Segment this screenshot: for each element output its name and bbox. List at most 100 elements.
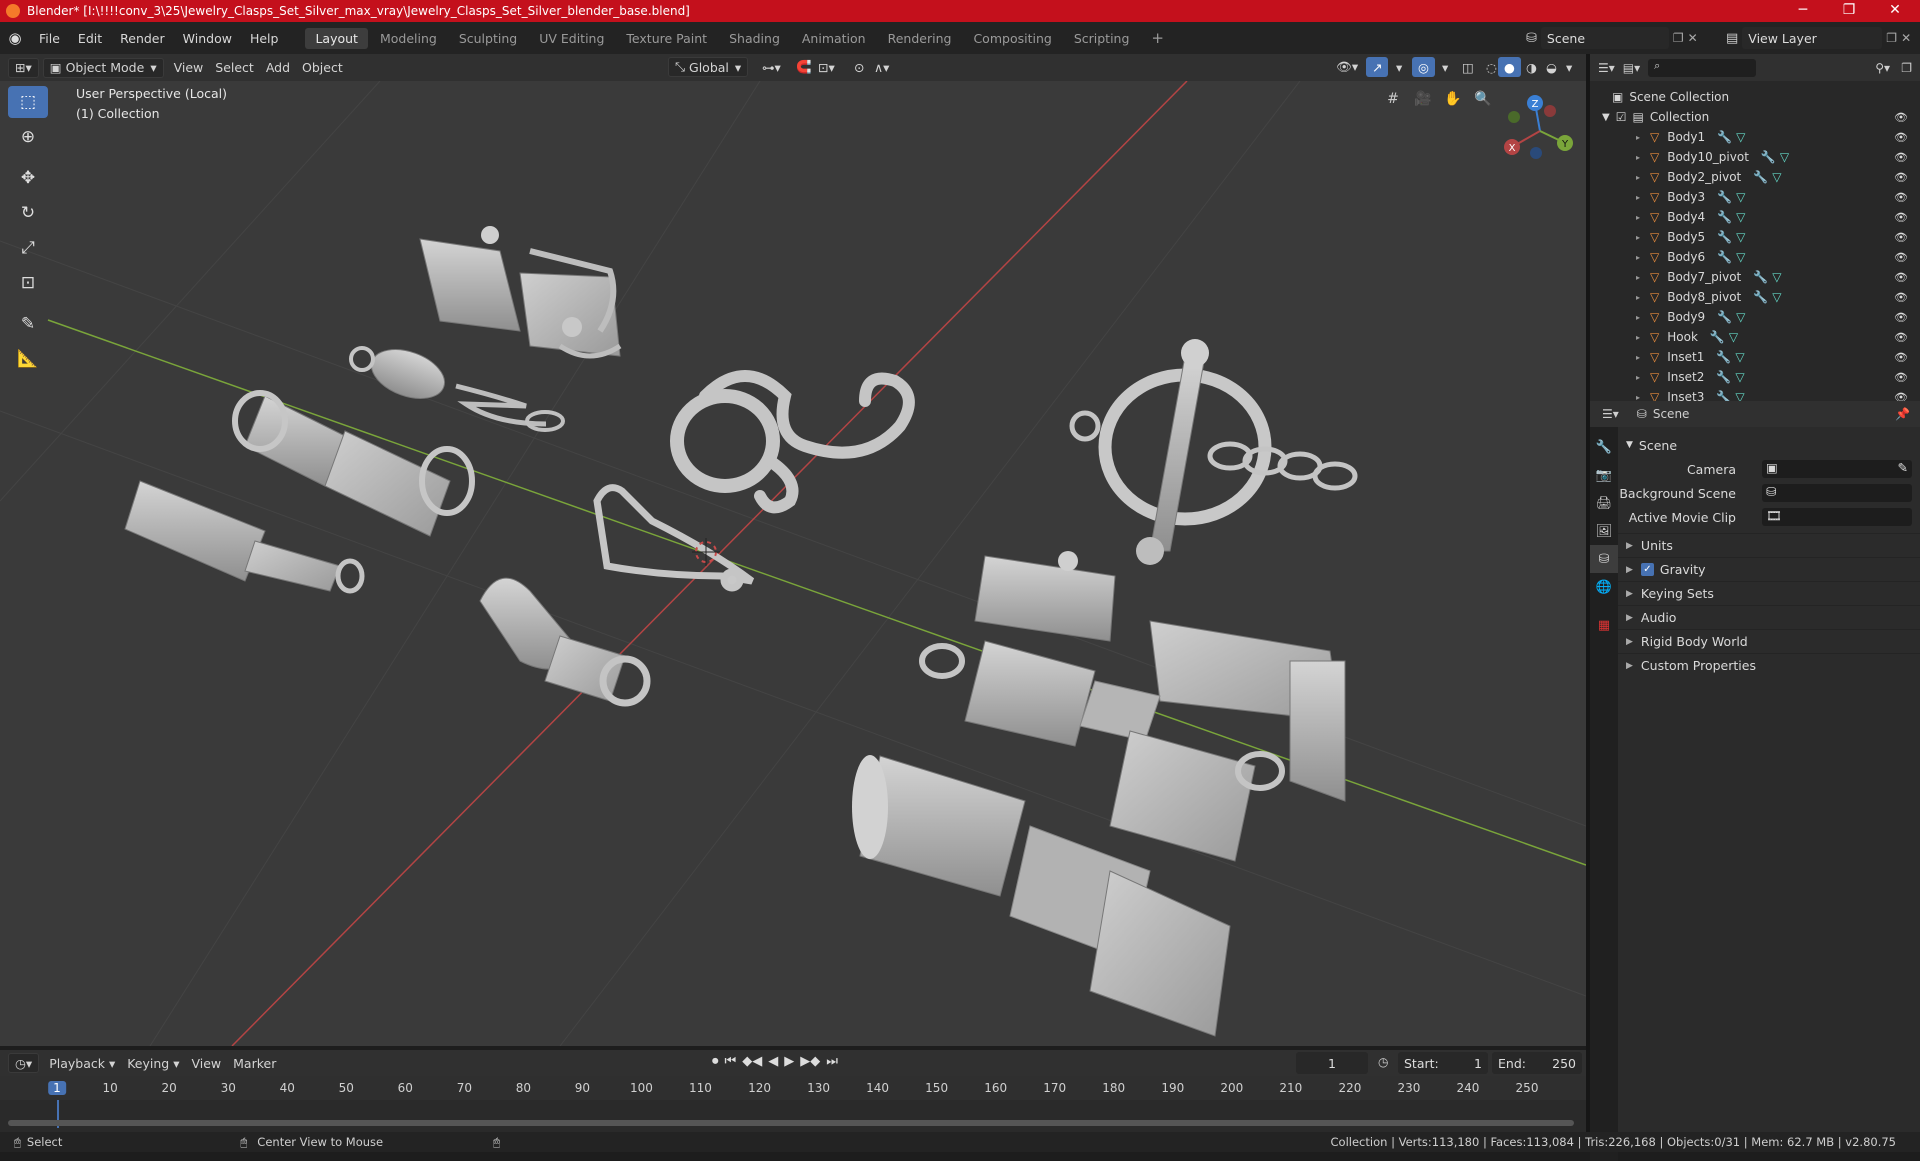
background-scene-field[interactable]: ⛁ [1762,484,1912,502]
mesh-data-icon[interactable]: ▽ [1772,290,1781,304]
3d-viewport[interactable]: Z X Y [0,81,1586,1046]
view-layer-tab-icon[interactable]: 🖼 [1590,517,1618,545]
s-hook-object[interactable] [670,370,915,514]
rod-clasp-object[interactable] [124,480,365,594]
eye-icon[interactable]: 👁 [1894,331,1908,344]
properties-editor-type-icon[interactable]: ☰▾ [1602,407,1619,421]
view-layer-icon[interactable]: ▤ [1726,31,1738,46]
mesh-data-icon[interactable]: ▽ [1736,310,1745,324]
eye-icon[interactable]: 👁 [1894,191,1908,204]
overlays-options-icon[interactable]: ▾ [1436,57,1454,77]
eye-icon[interactable]: 👁 [1894,291,1908,304]
eye-icon[interactable]: 👁 [1894,211,1908,224]
outliner-item[interactable]: ▸ ▽ Body9 🔧 ▽ 👁 [1590,307,1920,327]
modifier-icon[interactable]: 🔧 [1717,310,1732,324]
outliner-search-input[interactable]: ⌕ [1648,58,1757,77]
expand-arrow-icon[interactable]: ▸ [1636,153,1640,162]
menu-file[interactable]: File [30,31,69,46]
eye-icon[interactable]: 👁 [1894,231,1908,244]
end-frame-field[interactable]: End: 250 [1492,1052,1582,1074]
minimize-button[interactable]: ─ [1780,0,1826,22]
playback-menu[interactable]: Playback ▾ [43,1053,121,1073]
mesh-data-icon[interactable]: ▽ [1736,230,1745,244]
timeline-area[interactable]: 1 10 20 30 40 50 60 70 80 90 100 110 120 130 140 150 160… [0,1076,1586,1132]
maximize-button[interactable]: ❐ [1826,0,1872,22]
mesh-data-icon[interactable]: ▽ [1780,150,1789,164]
xray-toggle-icon[interactable]: ◫ [1456,57,1480,77]
gravity-checkbox[interactable]: ✓ [1640,563,1654,576]
tab-layout[interactable]: Layout [305,27,368,49]
jump-end-icon[interactable]: ⏭ [826,1054,838,1069]
outliner-item[interactable]: ▸ ▽ Body3 🔧 ▽ 👁 [1590,187,1920,207]
modifier-icon[interactable]: 🔧 [1753,270,1768,284]
mesh-data-icon[interactable]: ▽ [1735,370,1744,384]
expand-arrow-icon[interactable]: ▸ [1636,253,1640,262]
properties-section[interactable]: ▶ Units [1618,533,1920,557]
delete-view-layer-icon[interactable]: ✕ [1901,31,1911,45]
expand-arrow-icon[interactable]: ▸ [1636,193,1640,202]
menu-window[interactable]: Window [174,31,241,46]
prev-keyframe-icon[interactable]: ◆◀ [742,1054,762,1069]
mesh-data-icon[interactable]: ▽ [1736,250,1745,264]
eye-icon[interactable]: 👁 [1894,271,1908,284]
mesh-data-icon[interactable]: ▽ [1729,330,1738,344]
timeline-view-menu[interactable]: View [185,1053,227,1073]
tab-shading[interactable]: Shading [719,28,790,49]
shading-options-icon[interactable]: ▾ [1560,57,1578,77]
measure-tool-icon[interactable]: 📐 [8,343,48,375]
tab-animation[interactable]: Animation [792,28,876,49]
cursor-tool-icon[interactable]: ⊕ [8,121,48,153]
lobster-hook-object[interactable] [593,484,755,592]
eye-icon[interactable]: 👁 [1894,371,1908,384]
modifier-icon[interactable]: 🔧 [1717,210,1732,224]
snap-target-icon[interactable]: ⊡▾ [812,57,841,77]
transform-tool-icon[interactable]: ⊡ [8,267,48,299]
expand-arrow-icon[interactable]: ▸ [1636,373,1640,382]
modifier-icon[interactable]: 🔧 [1717,230,1732,244]
scene-panel-header[interactable]: ▼ Scene [1618,433,1920,457]
eye-icon[interactable]: 👁 [1894,131,1908,144]
marker-menu[interactable]: Marker [227,1053,282,1073]
tab-texture-paint[interactable]: Texture Paint [616,28,717,49]
preview-range-icon[interactable]: ◷ [1378,1055,1388,1069]
pin-icon[interactable]: 📌 [1895,407,1910,421]
keying-menu[interactable]: Keying ▾ [121,1053,185,1073]
modifier-icon[interactable]: 🔧 [1717,130,1732,144]
outliner-item[interactable]: ▸ ▽ Hook 🔧 ▽ 👁 [1590,327,1920,347]
expand-arrow-icon[interactable]: ▸ [1636,273,1640,282]
zoom-view-icon[interactable]: 🔍 [1470,86,1496,112]
outliner-item[interactable]: ▸ ▽ Body1 🔧 ▽ 👁 [1590,127,1920,147]
new-view-layer-icon[interactable]: ❐ [1886,31,1897,45]
select-box-tool-icon[interactable]: ⬚ [8,86,48,118]
new-scene-icon[interactable]: ❐ [1673,31,1684,45]
mode-selector[interactable]: ▣ Object Mode ▾ [42,57,164,78]
toggle-clasp-object[interactable] [1069,339,1358,565]
outliner-item[interactable]: ▸ ▽ Body8_pivot 🔧 ▽ 👁 [1590,287,1920,307]
annotate-tool-icon[interactable]: ✎ [8,308,48,340]
tab-uv-editing[interactable]: UV Editing [529,28,614,49]
gizmo-toggle-icon[interactable]: ↗ [1366,57,1389,77]
outliner-item[interactable]: ▸ ▽ Body10_pivot 🔧 ▽ 👁 [1590,147,1920,167]
play-icon[interactable]: ▶ [784,1054,794,1069]
modifier-icon[interactable]: 🔧 [1761,150,1776,164]
collection-row[interactable]: ▼ ☑ ▤ Collection 👁 [1590,107,1920,127]
checkbox-icon[interactable]: ☑ [1616,110,1627,124]
oval-clasp-object[interactable] [349,340,565,432]
modifier-icon[interactable]: 🔧 [1753,170,1768,184]
tool-tab-icon[interactable]: 🔧 [1590,433,1618,461]
expand-arrow-icon[interactable]: ▸ [1636,333,1640,342]
falloff-icon[interactable]: ∧▾ [868,57,895,77]
display-mode-icon[interactable]: ▤▾ [1623,61,1640,75]
next-keyframe-icon[interactable]: ▶◆ [800,1054,820,1069]
vertical-divider[interactable] [1586,54,1590,1132]
modifier-icon[interactable]: 🔧 [1753,290,1768,304]
current-frame-field[interactable]: 1 [1296,1052,1368,1074]
jump-start-icon[interactable]: ⏮ [725,1054,737,1069]
modifier-icon[interactable]: 🔧 [1710,330,1725,344]
record-icon[interactable]: ⏺ [712,1054,719,1069]
frame-ruler[interactable]: 1 10 20 30 40 50 60 70 80 90 100 110 120 130 140 150 160… [0,1076,1586,1100]
menu-help[interactable]: Help [241,31,288,46]
box-clasp-object[interactable] [419,226,622,359]
scale-tool-icon[interactable]: ⤢ [8,232,48,264]
scene-selector[interactable]: Scene [1540,27,1669,49]
